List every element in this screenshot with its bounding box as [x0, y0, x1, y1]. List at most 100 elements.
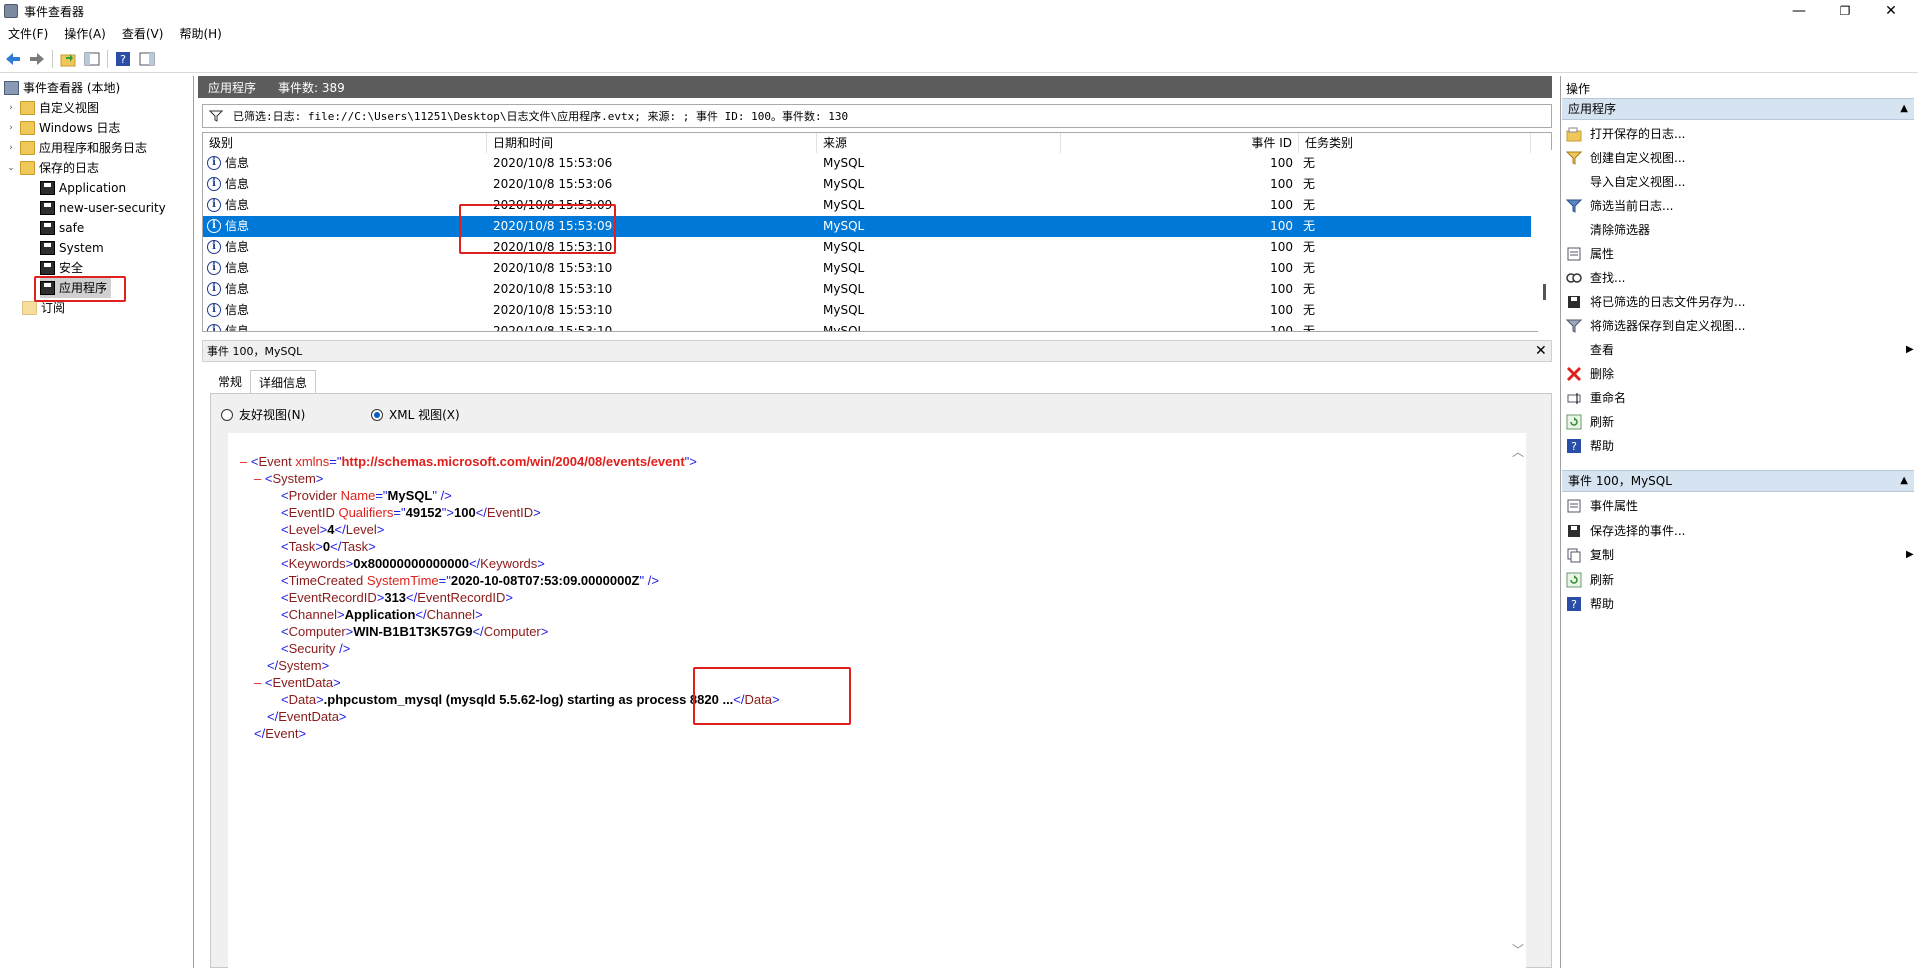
- column-header-level[interactable]: 级别: [203, 133, 487, 153]
- table-row[interactable]: i 信息 2020/10/8 15:53:09 MySQL 100 无: [203, 216, 1531, 237]
- tree-item-saved-security[interactable]: 安全: [40, 258, 83, 278]
- info-icon: i: [207, 218, 221, 233]
- tree-item-saved-new-user-security[interactable]: new-user-security: [40, 198, 166, 218]
- action-label: 清除筛选器: [1590, 223, 1651, 237]
- table-row[interactable]: i 信息 2020/10/8 15:53:10 MySQL 100 无: [203, 258, 1531, 279]
- action-refresh[interactable]: 刷新: [1566, 411, 1614, 433]
- action-properties[interactable]: 属性: [1566, 243, 1614, 265]
- column-header-date[interactable]: 日期和时间: [487, 133, 817, 153]
- console-tree: 事件查看器 (本地) › 自定义视图 › Windows 日志 › 应用程序和服务日志…: [0, 76, 194, 968]
- action-label: 刷新: [1590, 572, 1615, 587]
- tree-item-custom-views[interactable]: › 自定义视图: [6, 98, 99, 118]
- action-event-properties[interactable]: 事件属性: [1566, 495, 1638, 517]
- chevron-right-icon[interactable]: ›: [6, 98, 16, 118]
- action-open-saved-log[interactable]: 打开保存的日志...: [1566, 123, 1685, 145]
- tree-item-app-service-logs[interactable]: › 应用程序和服务日志: [6, 138, 147, 158]
- scroll-down-icon[interactable]: ﹀: [1512, 941, 1524, 958]
- cell-level: 信息: [225, 177, 250, 191]
- column-header-task-category[interactable]: 任务类别: [1299, 133, 1531, 153]
- table-row[interactable]: i 信息 2020/10/8 15:53:09 MySQL 100 无: [203, 195, 1531, 216]
- chevron-right-icon[interactable]: ›: [6, 118, 16, 138]
- table-row[interactable]: i 信息 2020/10/8 15:53:10 MySQL 100 无: [203, 237, 1531, 258]
- column-header-event-id[interactable]: 事件 ID: [1061, 133, 1299, 153]
- radio-friendly-view[interactable]: 友好视图(N): [221, 406, 305, 423]
- minimize-icon[interactable]: —: [1776, 0, 1822, 22]
- action-delete[interactable]: 删除: [1566, 363, 1614, 385]
- table-row[interactable]: i 信息 2020/10/8 15:53:06 MySQL 100 无: [203, 174, 1531, 195]
- subscriptions-icon: [22, 301, 37, 315]
- table-row[interactable]: i 信息 2020/10/8 15:53:10 MySQL 100 无: [203, 321, 1531, 332]
- radio-selected-icon[interactable]: [371, 408, 383, 421]
- refresh-icon: [1566, 572, 1582, 588]
- open-icon: [1566, 126, 1582, 142]
- collapse-up-icon[interactable]: ▲: [1900, 99, 1908, 119]
- action-save-selected-events[interactable]: 保存选择的事件...: [1566, 520, 1685, 542]
- action-view[interactable]: 查看 ▶: [1566, 339, 1914, 361]
- menu-help[interactable]: 帮助(H): [171, 25, 229, 42]
- chevron-down-icon[interactable]: ⌄: [6, 158, 16, 178]
- chevron-right-icon[interactable]: ›: [6, 138, 16, 158]
- table-row[interactable]: i 信息 2020/10/8 15:53:06 MySQL 100 无: [203, 153, 1531, 174]
- saved-log-icon: [40, 261, 55, 275]
- scroll-up-icon[interactable]: ︿: [1512, 443, 1524, 460]
- cell-task: 无: [1303, 198, 1316, 212]
- event-list: 级别 日期和时间 来源 事件 ID 任务类别 ^ i 信息 2020/10/8 15…: [202, 132, 1552, 332]
- action-import-custom-view[interactable]: 导入自定义视图...: [1566, 171, 1685, 193]
- cell-date: 2020/10/8 15:53:10: [493, 303, 613, 317]
- tree-item-saved-application[interactable]: Application: [40, 178, 126, 198]
- tree-item-windows-logs[interactable]: › Windows 日志: [6, 118, 120, 138]
- back-arrow-icon[interactable]: [4, 50, 22, 68]
- tree-root-event-viewer[interactable]: 事件查看器 (本地): [4, 78, 120, 98]
- close-window-icon[interactable]: ✕: [1868, 0, 1914, 22]
- forward-arrow-icon[interactable]: [28, 50, 46, 68]
- tree-item-saved-logs[interactable]: ⌄ 保存的日志: [6, 158, 99, 178]
- action-clear-filter[interactable]: 清除筛选器: [1566, 219, 1650, 241]
- action-refresh[interactable]: 刷新: [1566, 569, 1614, 591]
- show-action-pane-icon[interactable]: [138, 50, 156, 68]
- xml-line-level: <Level>4</Level>: [281, 522, 385, 537]
- action-help[interactable]: ? 帮助: [1566, 435, 1614, 457]
- table-row[interactable]: i 信息 2020/10/8 15:53:10 MySQL 100 无: [203, 300, 1531, 321]
- cell-event-id: 100: [1270, 219, 1293, 233]
- actions-section-application[interactable]: 应用程序 ▲: [1562, 98, 1914, 120]
- action-label: 帮助: [1590, 439, 1615, 453]
- up-folder-icon[interactable]: [59, 50, 77, 68]
- folder-icon: [20, 141, 35, 155]
- cell-event-id: 100: [1270, 303, 1293, 317]
- radio-xml-view[interactable]: XML 视图(X): [371, 406, 460, 423]
- action-help[interactable]: ? 帮助: [1566, 593, 1614, 615]
- close-detail-icon[interactable]: ✕: [1535, 343, 1547, 359]
- action-save-filtered-log[interactable]: 将已筛选的日志文件另存为...: [1566, 291, 1745, 313]
- xml-line-eventdata-open: – <EventData>: [254, 675, 341, 690]
- tab-general[interactable]: 常规: [210, 370, 250, 394]
- help-icon[interactable]: ?: [114, 50, 132, 68]
- cell-level: 信息: [225, 324, 250, 332]
- menu-action[interactable]: 操作(A): [56, 25, 114, 42]
- show-hide-console-tree-icon[interactable]: [83, 50, 101, 68]
- action-copy[interactable]: 复制 ▶: [1566, 544, 1914, 566]
- tree-item-saved-safe[interactable]: safe: [40, 218, 84, 238]
- collapse-up-icon[interactable]: ▲: [1900, 471, 1908, 491]
- tree-item-saved-system[interactable]: System: [40, 238, 104, 258]
- radio-icon[interactable]: [221, 408, 233, 421]
- tab-details[interactable]: 详细信息: [250, 370, 317, 394]
- restore-icon[interactable]: ❐: [1822, 0, 1868, 22]
- xml-line-timecreated: <TimeCreated SystemTime="2020-10-08T07:5…: [281, 573, 659, 588]
- xml-view: ︿ ﹀ – <Event xmlns="http://schemas.micro…: [228, 433, 1526, 968]
- event-list-scrollbar[interactable]: [1538, 150, 1552, 332]
- actions-section-event[interactable]: 事件 100，MySQL ▲: [1562, 470, 1914, 492]
- menu-file[interactable]: 文件(F): [0, 25, 56, 42]
- svg-text:?: ?: [1571, 598, 1577, 611]
- menu-view[interactable]: 查看(V): [114, 25, 172, 42]
- cell-date: 2020/10/8 15:53:06: [493, 177, 613, 191]
- column-header-source[interactable]: 来源: [817, 133, 1061, 153]
- action-create-custom-view[interactable]: 创建自定义视图...: [1566, 147, 1685, 169]
- highlight-annotation: [693, 667, 851, 725]
- action-find[interactable]: 查找...: [1566, 267, 1625, 289]
- action-rename[interactable]: 重命名: [1566, 387, 1626, 409]
- info-icon: i: [207, 197, 221, 212]
- table-row[interactable]: i 信息 2020/10/8 15:53:10 MySQL 100 无: [203, 279, 1531, 300]
- action-filter-current-log[interactable]: 筛选当前日志...: [1566, 195, 1673, 217]
- action-save-filter-to-custom-view[interactable]: 将筛选器保存到自定义视图...: [1566, 315, 1745, 337]
- highlight-annotation: [459, 204, 616, 254]
